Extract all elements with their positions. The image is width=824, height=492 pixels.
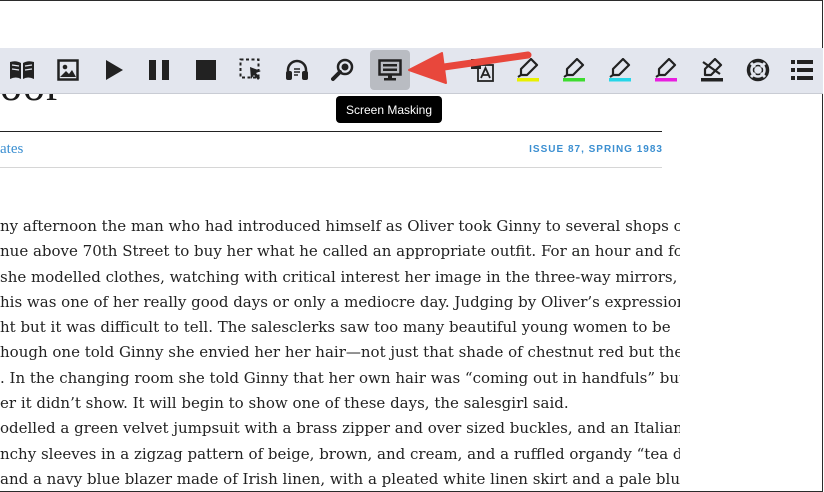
screen-masking-button[interactable] [370,50,410,90]
translate-button[interactable] [462,50,502,90]
select-region-icon [239,58,261,80]
author-link[interactable]: ates [0,141,23,158]
headphones-button[interactable] [277,50,317,90]
paragraph-line: . In the changing room she told Ginny th… [0,368,680,387]
stop-button[interactable] [186,50,226,90]
menu-button[interactable] [782,50,822,90]
menu-icon [791,60,813,80]
magnifier-button[interactable] [323,50,363,90]
eraser-icon [701,58,723,82]
divider [0,131,662,132]
paragraph-line: nue above 70th Street to buy her what he… [0,242,680,261]
pause-icon [149,60,169,80]
screen-masking-icon [378,59,402,81]
tooltip: Screen Masking [336,96,442,123]
lifebuoy-icon [746,58,770,82]
paragraph-line: his was one of her really good days or o… [0,292,680,311]
select-region-button[interactable] [231,50,271,90]
help-button[interactable] [738,50,778,90]
book-icon [10,61,34,79]
play-icon [106,60,123,80]
stop-icon [196,60,216,80]
picture-button[interactable] [48,50,88,90]
paragraph-line: odelled a green velvet jumpsuit with a b… [0,419,680,438]
highlighter-green-icon [563,58,585,82]
picture-icon [57,59,79,81]
headphones-icon [286,59,308,80]
paragraph-line: ht but it was difficult to tell. The sal… [0,318,671,337]
article-body: ny afternoon the man who had introduced … [0,214,680,492]
highlighter-pink-icon [655,58,677,82]
divider [0,167,662,168]
paragraph-line: and a navy blue blazer made of Irish lin… [0,469,680,488]
magnifier-icon [331,58,354,81]
highlight-yellow-button[interactable] [508,50,548,90]
highlighter-yellow-icon [517,58,539,82]
highlight-cyan-button[interactable] [600,50,640,90]
highlight-green-button[interactable] [554,50,594,90]
paragraph-line: er it didn’t show. It will begin to show… [0,394,569,413]
issue-link[interactable]: ISSUE 87, SPRING 1983 [420,144,663,155]
clear-highlights-button[interactable] [692,50,732,90]
paragraph-line: hough one told Ginny she envied her her … [0,343,680,362]
pause-button[interactable] [139,50,179,90]
translate-icon [471,59,494,82]
highlight-pink-button[interactable] [646,50,686,90]
paragraph-line: she modelled clothes, watching with crit… [0,267,680,286]
read-aloud-toolbar [0,48,823,94]
play-button[interactable] [94,50,134,90]
highlighter-cyan-icon [609,58,631,82]
paragraph-line: nchy sleeves in a zigzag pattern of beig… [0,444,680,463]
paragraph-line: ny afternoon the man who had introduced … [0,217,680,235]
book-button[interactable] [2,50,42,90]
